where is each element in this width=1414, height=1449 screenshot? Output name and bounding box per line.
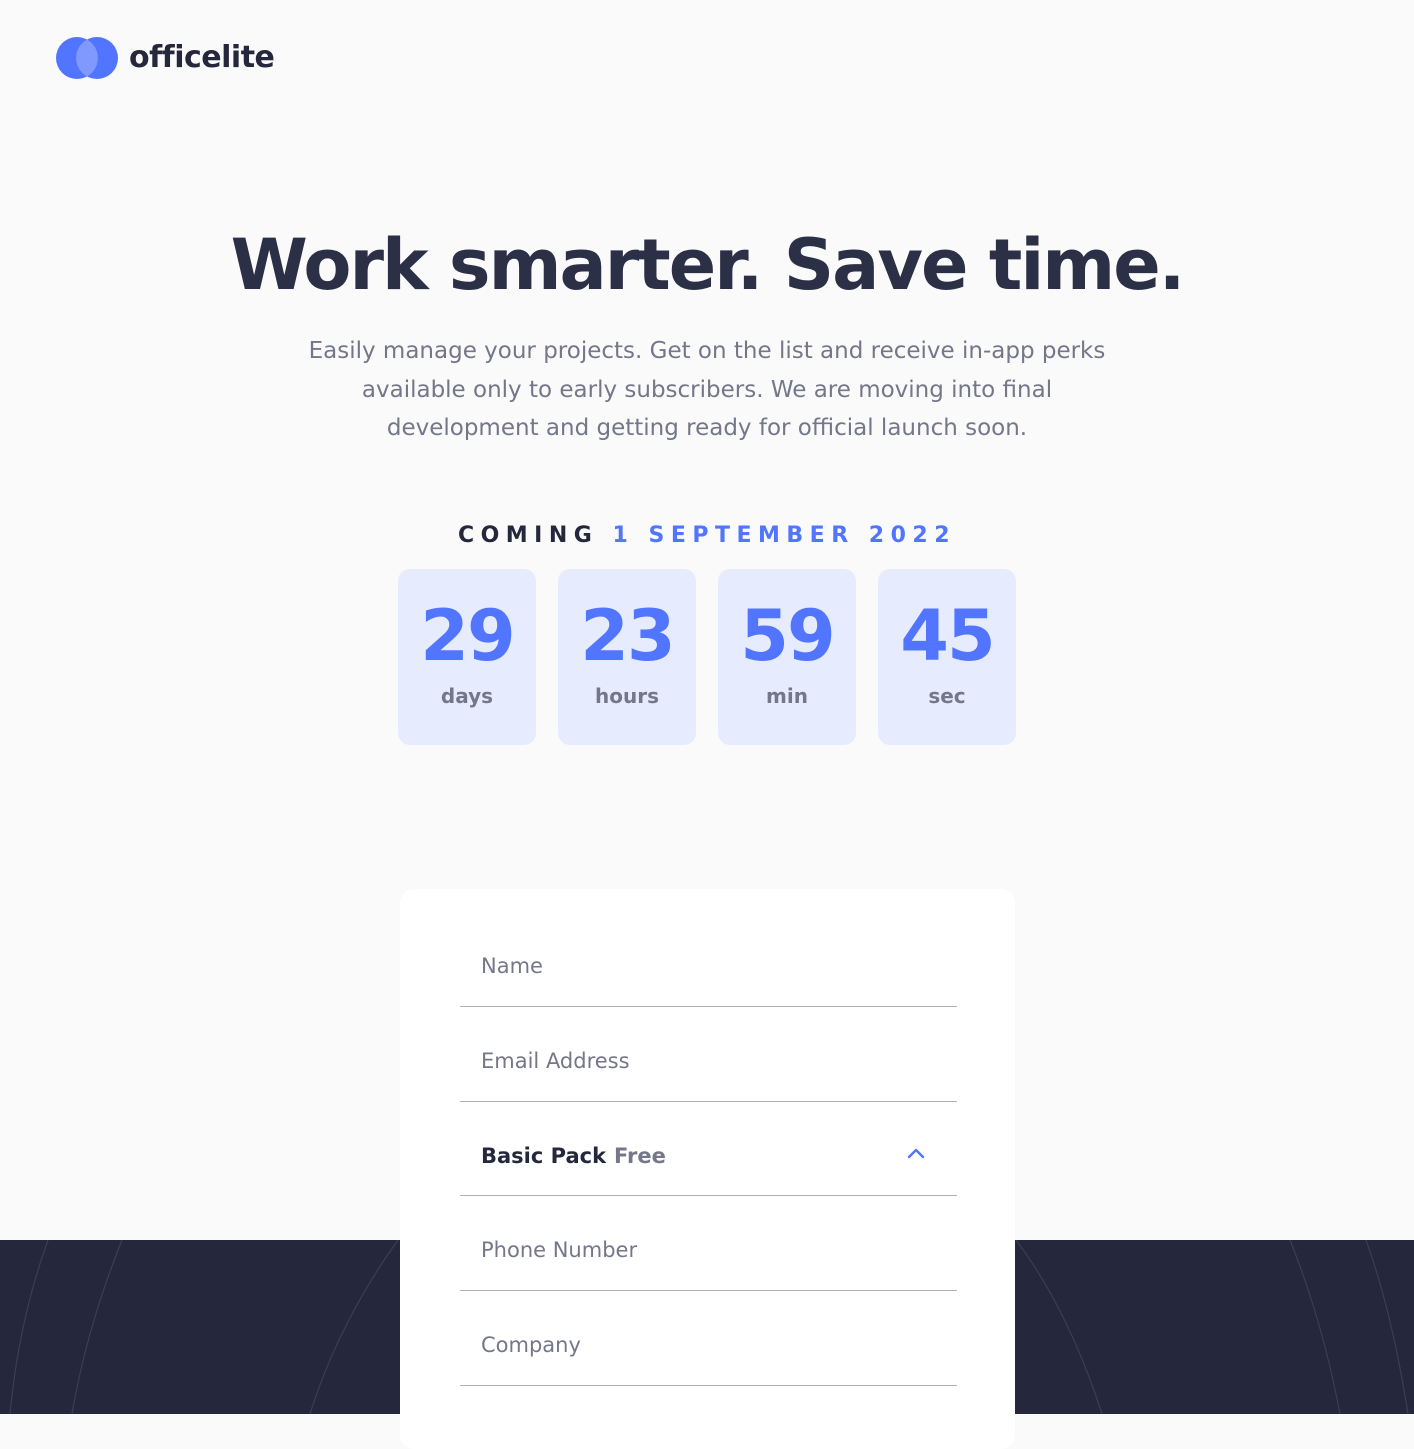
brand-name: officelite [129, 40, 275, 75]
countdown-hours: 23 hours [558, 569, 696, 745]
countdown-seconds-unit: sec [928, 684, 966, 708]
launch-date: 1 SEPTEMBER 2022 [612, 523, 957, 548]
email-field-wrapper [460, 1007, 957, 1102]
company-field-wrapper [460, 1291, 957, 1386]
plan-name: Basic Pack [481, 1144, 607, 1168]
countdown-hours-value: 23 [580, 595, 675, 677]
countdown-days: 29 days [398, 569, 536, 745]
countdown-days-unit: days [440, 684, 494, 708]
name-field-wrapper [460, 889, 957, 1007]
phone-field-wrapper [460, 1196, 957, 1291]
coming-label: COMING 1 SEPTEMBER 2022 [0, 520, 1414, 552]
plan-price: Free [614, 1144, 666, 1168]
plan-select[interactable]: Basic Pack Free [460, 1102, 957, 1196]
countdown-minutes: 59 min [718, 569, 856, 745]
logo[interactable]: officelite [55, 36, 275, 80]
phone-input[interactable] [460, 1228, 957, 1272]
countdown-hours-unit: hours [595, 684, 659, 708]
hero-description: Easily manage your projects. Get on the … [308, 338, 1106, 441]
company-input[interactable] [460, 1323, 957, 1367]
email-input[interactable] [460, 1039, 957, 1083]
countdown-seconds: 45 sec [878, 569, 1016, 745]
chevron-up-icon[interactable] [907, 1147, 925, 1159]
countdown-days-value: 29 [420, 595, 515, 677]
countdown-minutes-value: 59 [740, 595, 835, 677]
countdown-seconds-value: 45 [900, 595, 995, 677]
countdown: 29 days 23 hours 59 min 45 sec [398, 569, 1016, 745]
coming-prefix: COMING [457, 523, 599, 548]
signup-form: Basic Pack Free [400, 889, 1015, 1449]
countdown-minutes-unit: min [766, 684, 808, 708]
plan-select-value: Basic Pack Free [481, 1141, 666, 1171]
page-title: Work smarter. Save time. [230, 224, 1186, 306]
name-input[interactable] [460, 944, 957, 988]
logo-icon [56, 37, 118, 79]
